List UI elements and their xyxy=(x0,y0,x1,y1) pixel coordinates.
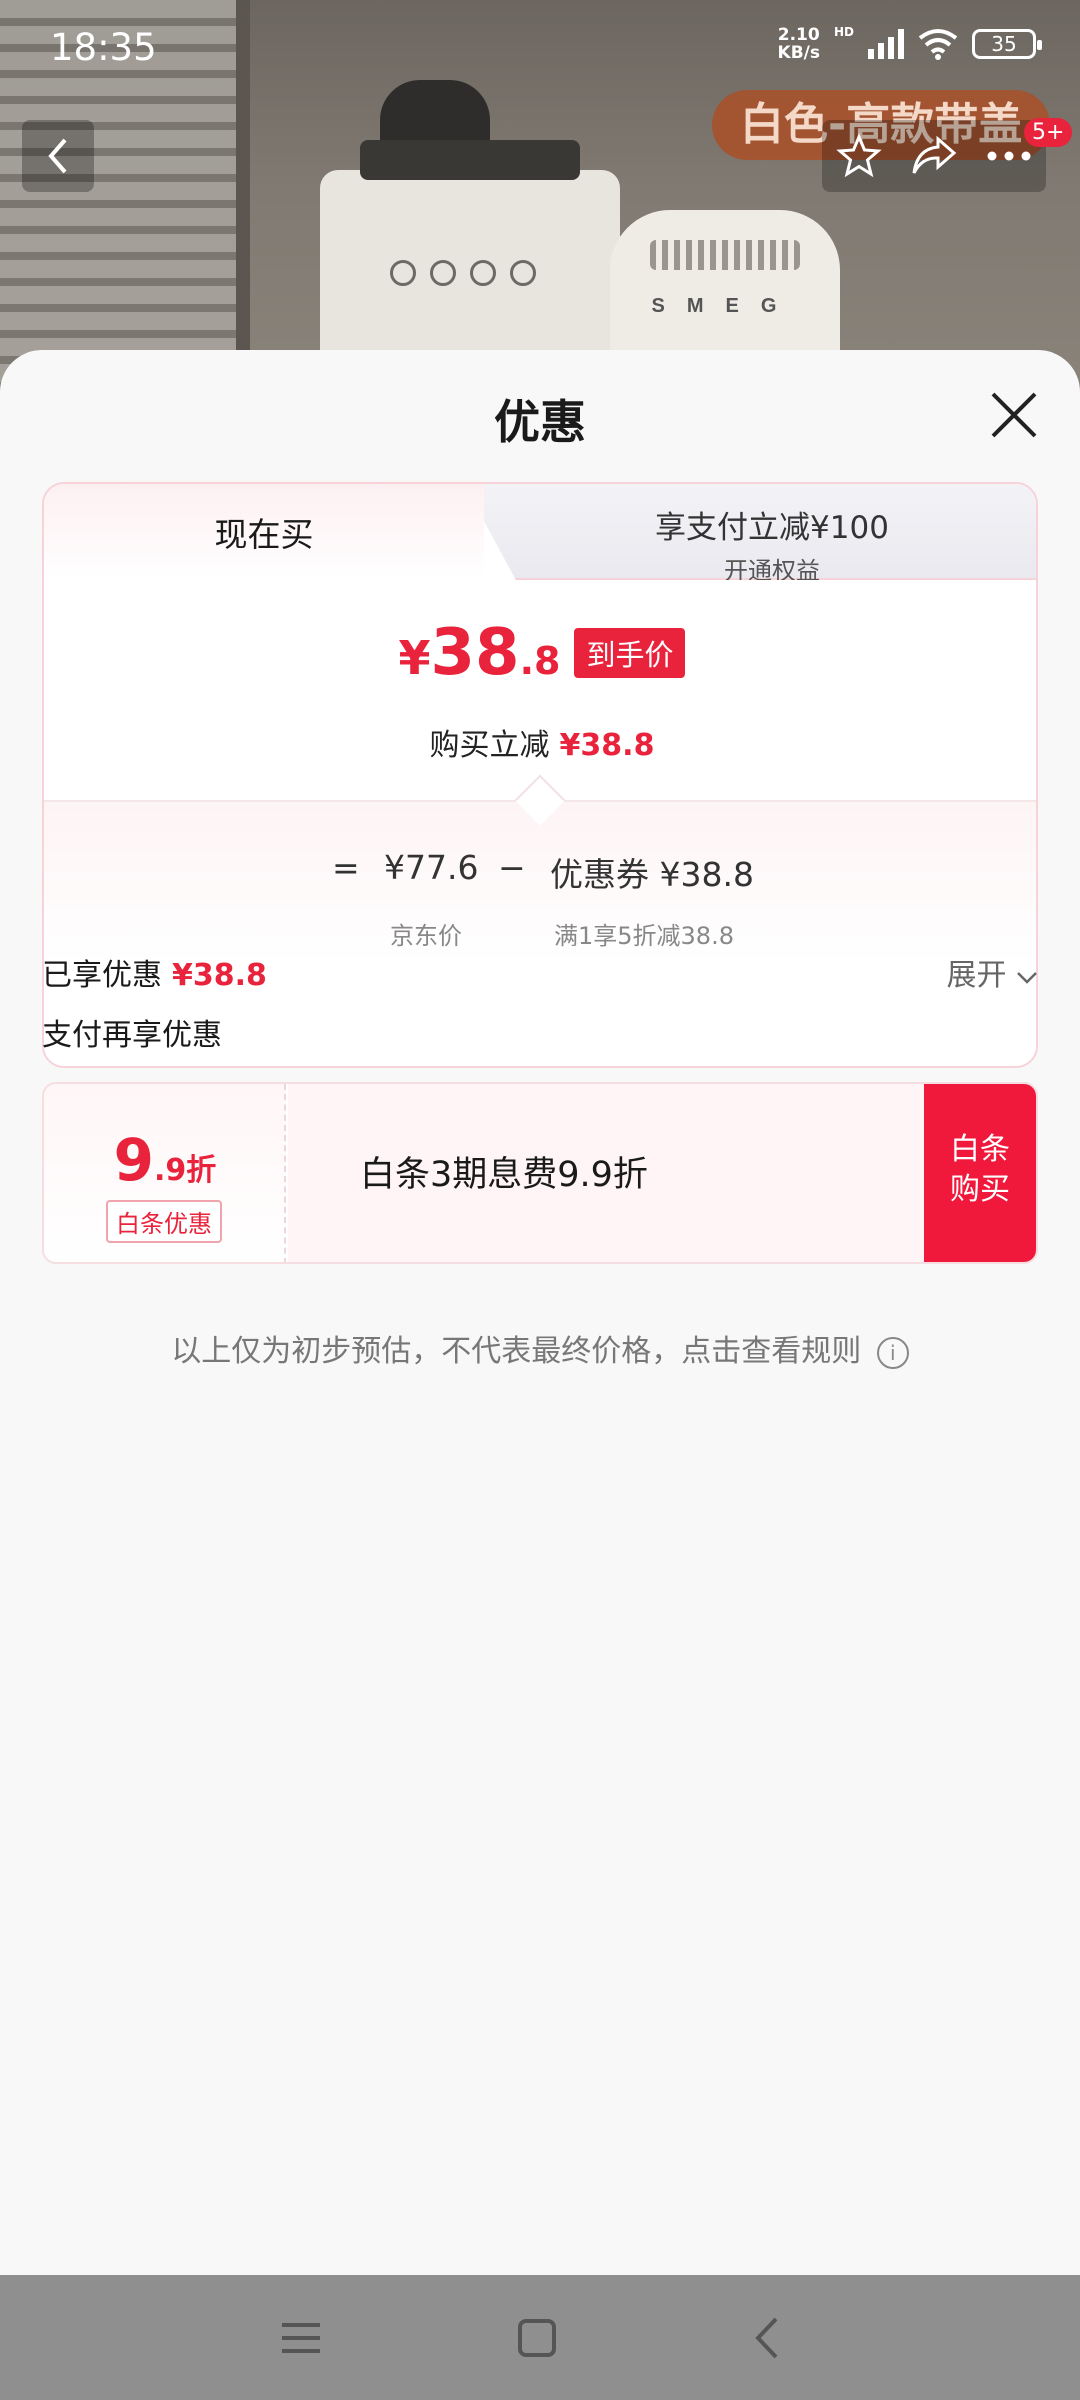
signal-icon xyxy=(868,29,904,59)
tab-pay-subtitle: 开通权益 xyxy=(724,557,820,585)
chevron-left-icon xyxy=(48,138,67,174)
baitiao-discount-big: 9 xyxy=(113,1126,155,1194)
baitiao-buy-label: 白条购买 xyxy=(950,1132,1010,1207)
info-icon: i xyxy=(876,1336,909,1369)
back-button[interactable] xyxy=(22,120,94,192)
expand-label: 展开 xyxy=(946,958,1007,993)
jd-price: ¥77.6 xyxy=(384,848,479,887)
header-actions xyxy=(822,120,1046,192)
tab-buy-now[interactable]: 现在买 xyxy=(44,484,484,580)
baitiao-discount-small: .9折 xyxy=(154,1153,217,1188)
baitiao-buy-button[interactable]: 白条购买 xyxy=(924,1084,1036,1262)
tab-buy-now-label: 现在买 xyxy=(214,515,314,554)
home-icon[interactable] xyxy=(512,2313,562,2363)
enjoyed-value: ¥38.8 xyxy=(172,958,267,993)
system-nav-bar xyxy=(0,2275,1080,2400)
baitiao-discount-block: 9.9折 白条优惠 xyxy=(44,1084,286,1262)
share-icon[interactable] xyxy=(910,133,958,179)
baitiao-tag: 白条优惠 xyxy=(106,1200,222,1243)
battery-icon: 35 xyxy=(972,29,1042,59)
brand-lettering: SMEG xyxy=(651,295,799,317)
more-icon[interactable] xyxy=(986,150,1032,162)
instant-reduce-row: 购买立减 ¥38.8 xyxy=(44,720,1036,764)
discount-sheet: 优惠 享支付立减¥100 开通权益 现在买 ¥38.8 到手价 购买立减 ¥38.… xyxy=(0,350,1080,2275)
menu-icon[interactable] xyxy=(276,2313,326,2363)
status-bar: 18:35 2.10 KB/s HD 35 xyxy=(0,0,1080,100)
pay-more-label: 支付再享优惠 xyxy=(42,1018,222,1053)
wifi-icon xyxy=(918,29,958,60)
back-nav-icon[interactable] xyxy=(744,2313,794,2363)
sheet-title: 优惠 xyxy=(494,395,586,449)
final-price: ¥38.8 xyxy=(398,616,561,690)
jd-price-label: 京东价 xyxy=(390,922,462,950)
screen: SMEG 18:35 2.10 KB/s HD 35 白色-高款带盖 5+ 优惠… xyxy=(0,0,1080,2400)
status-time: 18:35 xyxy=(50,26,157,69)
tab-pay-title: 享支付立减¥100 xyxy=(655,510,889,546)
chevron-down-icon xyxy=(1017,972,1037,984)
instant-reduce-label: 购买立减 xyxy=(429,728,550,763)
cart-badge: 5+ xyxy=(1024,118,1073,147)
hd-indicator: HD xyxy=(833,25,854,39)
disclaimer-text: 以上仅为初步预估，不代表最终价格，点击查看规则 xyxy=(171,1334,862,1369)
status-icons: 2.10 KB/s HD 35 xyxy=(777,25,1042,63)
baitiao-offer-text: 白条3期息费9.9折 xyxy=(360,1155,648,1195)
close-icon[interactable] xyxy=(985,386,1043,444)
baitiao-offer-card[interactable]: 9.9折 白条优惠 白条3期息费9.9折 白条购买 xyxy=(42,1082,1038,1264)
tab-pay-discount[interactable]: 享支付立减¥100 开通权益 xyxy=(464,484,1036,580)
coupon-detail: 满1享5折减38.8 xyxy=(554,922,734,950)
disclaimer-link[interactable]: 以上仅为初步预估，不代表最终价格，点击查看规则 i xyxy=(0,1326,1080,1370)
final-price-row: ¥38.8 到手价 xyxy=(44,616,1036,690)
network-speed: 2.10 KB/s xyxy=(777,25,820,63)
star-icon[interactable] xyxy=(836,133,882,179)
coupon-amount: 优惠券 ¥38.8 xyxy=(550,855,754,894)
enjoyed-label: 已享优惠 xyxy=(42,958,162,993)
instant-reduce-value: ¥38.8 xyxy=(559,728,655,763)
equals-sign: = xyxy=(332,848,360,887)
final-price-tag: 到手价 xyxy=(574,628,686,678)
minus-sign: − xyxy=(498,848,526,887)
expand-button[interactable]: 展开 xyxy=(946,950,1038,994)
